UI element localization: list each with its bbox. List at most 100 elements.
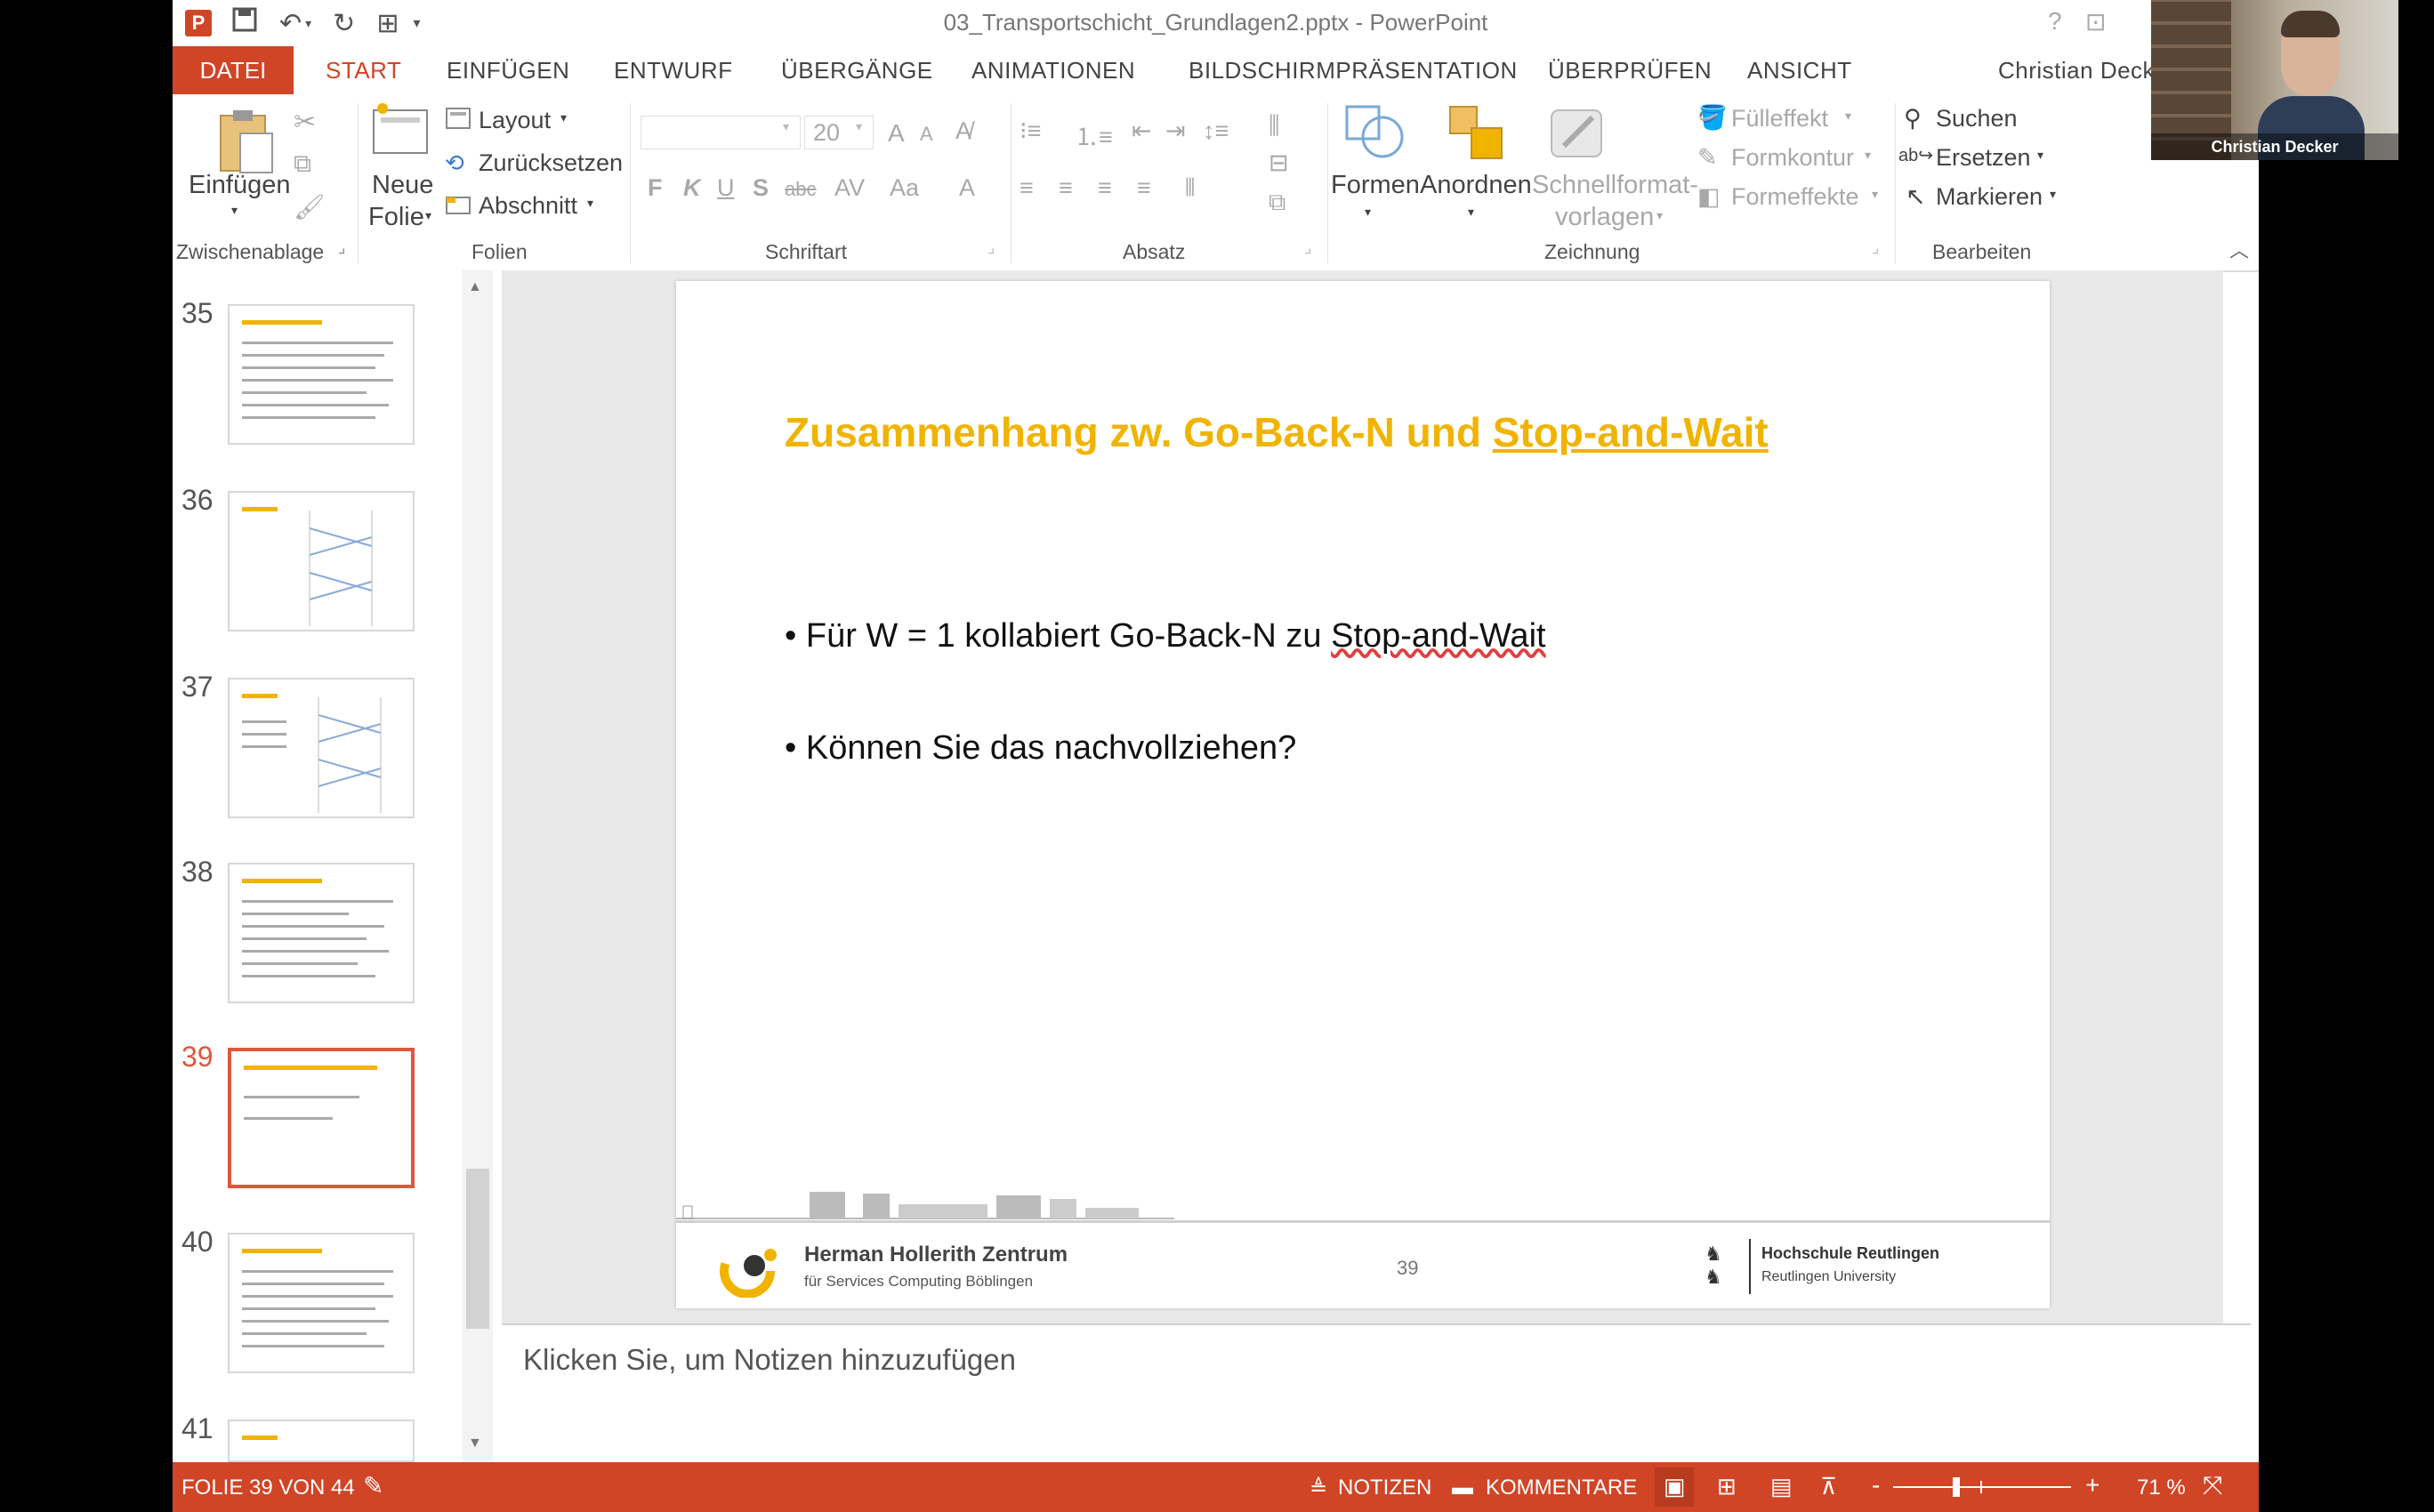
arrange-button[interactable]: Anordnen	[1420, 171, 1532, 200]
arrange-dropdown-icon[interactable]: ▾	[1468, 205, 1474, 220]
slide-thumbnail[interactable]	[228, 678, 415, 818]
justify-icon[interactable]: ≡	[1137, 174, 1151, 202]
font-size-dropdown-icon[interactable]: ▾	[856, 119, 862, 134]
bold-button[interactable]: F	[648, 174, 663, 202]
paste-dropdown-icon[interactable]: ▾	[231, 203, 238, 218]
shape-effects-icon[interactable]: ◧	[1697, 183, 1721, 211]
tab-einfuegen[interactable]: EINFÜGEN	[447, 57, 569, 84]
shape-outline-icon[interactable]: ✎	[1697, 144, 1718, 172]
user-name[interactable]: Christian Deck	[1998, 57, 2155, 84]
notes-placeholder[interactable]: Klicken Sie, um Notizen hinzuzufügen	[523, 1343, 1016, 1377]
new-slide-icon[interactable]	[370, 101, 432, 163]
grow-font-icon[interactable]: A	[888, 119, 905, 148]
tab-datei[interactable]: DATEI	[173, 46, 294, 94]
align-left-icon[interactable]: ≡	[1020, 174, 1034, 202]
tab-start[interactable]: START	[326, 57, 401, 84]
slide-thumbnail[interactable]	[228, 863, 415, 1003]
replace-icon[interactable]: ab↪	[1898, 144, 1933, 166]
bullet-1[interactable]: • Für W = 1 kollabiert Go-Back-N zu Stop…	[785, 617, 1546, 655]
clear-format-icon[interactable]: A̸	[955, 117, 971, 145]
quick-styles-button-line2[interactable]: vorlagen	[1555, 203, 1654, 232]
ribbon-display-icon[interactable]: ⊡	[2085, 7, 2106, 36]
scroll-up-icon[interactable]: ▲	[468, 279, 482, 295]
find-icon[interactable]: ⚲	[1904, 105, 1922, 133]
new-slide-dropdown-icon[interactable]: ▾	[425, 208, 431, 223]
tab-uebergaenge[interactable]: ÜBERGÄNGE	[781, 57, 933, 84]
paste-button[interactable]: Einfügen	[189, 171, 291, 200]
shape-fill-dropdown-icon[interactable]: ▾	[1845, 109, 1851, 124]
shape-outline-button[interactable]: Formkontur	[1731, 144, 1854, 172]
slide-sorter-icon[interactable]: ⊞	[1717, 1473, 1737, 1500]
shapes-dropdown-icon[interactable]: ▾	[1365, 205, 1371, 220]
zoom-slider[interactable]	[1893, 1477, 2071, 1497]
change-case-button[interactable]: Aa	[890, 174, 919, 202]
select-dropdown-icon[interactable]: ▾	[2050, 187, 2056, 202]
section-icon[interactable]	[445, 194, 471, 221]
bullet-2[interactable]: • Können Sie das nachvollziehen?	[785, 729, 1296, 768]
shape-fill-icon[interactable]: 🪣	[1697, 103, 1728, 132]
font-name-dropdown-icon[interactable]: ▾	[783, 119, 789, 134]
zoom-level[interactable]: 71 %	[2137, 1476, 2186, 1500]
shapes-button[interactable]: Formen	[1331, 171, 1420, 200]
tab-bildschirmpraesentation[interactable]: BILDSCHIRMPRÄSENTATION	[1189, 57, 1518, 84]
copy-icon[interactable]: ⧉	[294, 149, 311, 179]
convert-smartart-icon[interactable]: ⧉	[1269, 189, 1286, 217]
notes-pane[interactable]: Klicken Sie, um Notizen hinzuzufügen	[502, 1323, 2251, 1464]
new-slide-button-line2[interactable]: Folie	[368, 203, 424, 232]
italic-button[interactable]: K	[683, 174, 701, 202]
bullets-icon[interactable]: ⁝≡	[1020, 117, 1041, 145]
section-button[interactable]: Abschnitt	[479, 192, 577, 220]
shape-effects-dropdown-icon[interactable]: ▾	[1872, 187, 1878, 202]
replace-dropdown-icon[interactable]: ▾	[2037, 148, 2043, 163]
thumbnails-scrollbar[interactable]: ▲ ▼	[463, 270, 493, 1462]
increase-indent-icon[interactable]: ⇥	[1165, 117, 1186, 145]
cut-icon[interactable]: ✂	[294, 107, 316, 138]
new-slide-button[interactable]: Neue	[372, 171, 433, 200]
reading-view-icon[interactable]: ▤	[1770, 1473, 1793, 1500]
select-icon[interactable]: ↖	[1906, 183, 1926, 211]
tab-entwurf[interactable]: ENTWURF	[614, 57, 732, 84]
align-center-icon[interactable]: ≡	[1059, 174, 1073, 202]
quick-styles-button[interactable]: Schnellformat-	[1532, 171, 1698, 200]
paste-icon[interactable]	[214, 107, 276, 181]
collapse-ribbon-icon[interactable]: ︿	[2229, 235, 2249, 263]
arrange-icon[interactable]	[1445, 101, 1507, 168]
shrink-font-icon[interactable]: A	[920, 123, 933, 146]
reset-button[interactable]: Zurücksetzen	[479, 149, 623, 177]
shape-outline-dropdown-icon[interactable]: ▾	[1865, 148, 1871, 163]
fit-to-window-icon[interactable]: ⤧	[2203, 1471, 2222, 1500]
zoom-in-button[interactable]: +	[2085, 1471, 2100, 1500]
help-icon[interactable]: ?	[2048, 7, 2062, 36]
section-dropdown-icon[interactable]: ▾	[587, 196, 593, 211]
replace-button[interactable]: Ersetzen	[1936, 144, 2031, 172]
layout-dropdown-icon[interactable]: ▾	[560, 110, 567, 125]
line-spacing-icon[interactable]: ↕≡	[1203, 117, 1229, 145]
zoom-out-button[interactable]: -	[1872, 1471, 1880, 1500]
zoom-slider-thumb[interactable]	[1953, 1477, 1960, 1497]
strikethrough-button[interactable]: abc	[785, 178, 816, 201]
spelling-icon[interactable]: ✎	[363, 1471, 383, 1500]
slide-thumbnail[interactable]	[228, 304, 415, 445]
drawing-launcher-icon[interactable]: ⌟	[1872, 238, 1879, 257]
character-spacing-button[interactable]: AV	[834, 174, 865, 202]
slide-counter[interactable]: FOLIE 39 VON 44	[181, 1476, 355, 1500]
find-button[interactable]: Suchen	[1936, 105, 2018, 133]
tab-animationen[interactable]: ANIMATIONEN	[971, 57, 1135, 84]
comments-icon[interactable]: ▬	[1452, 1476, 1473, 1500]
comments-button[interactable]: KOMMENTARE	[1486, 1476, 1637, 1500]
align-right-icon[interactable]: ≡	[1098, 174, 1112, 202]
notes-button[interactable]: NOTIZEN	[1338, 1476, 1431, 1500]
layout-button[interactable]: Layout	[479, 107, 551, 134]
tab-ansicht[interactable]: ANSICHT	[1747, 57, 1852, 84]
tab-ueberpruefen[interactable]: ÜBERPRÜFEN	[1548, 57, 1712, 84]
scrollbar-thumb[interactable]	[466, 1169, 489, 1329]
slide-canvas[interactable]: Zusammenhang zw. Go-Back-N und Stop-and-…	[676, 281, 2050, 1308]
font-name-combobox[interactable]	[641, 116, 801, 149]
reset-icon[interactable]: ⟲	[445, 149, 464, 177]
clipboard-launcher-icon[interactable]: ⌟	[338, 238, 345, 257]
align-text-icon[interactable]: ⊟	[1269, 149, 1289, 177]
slideshow-icon[interactable]: ⊼	[1820, 1473, 1837, 1500]
font-launcher-icon[interactable]: ⌟	[987, 238, 995, 257]
quick-styles-icon[interactable]	[1546, 101, 1608, 168]
decrease-indent-icon[interactable]: ⇤	[1132, 117, 1152, 145]
